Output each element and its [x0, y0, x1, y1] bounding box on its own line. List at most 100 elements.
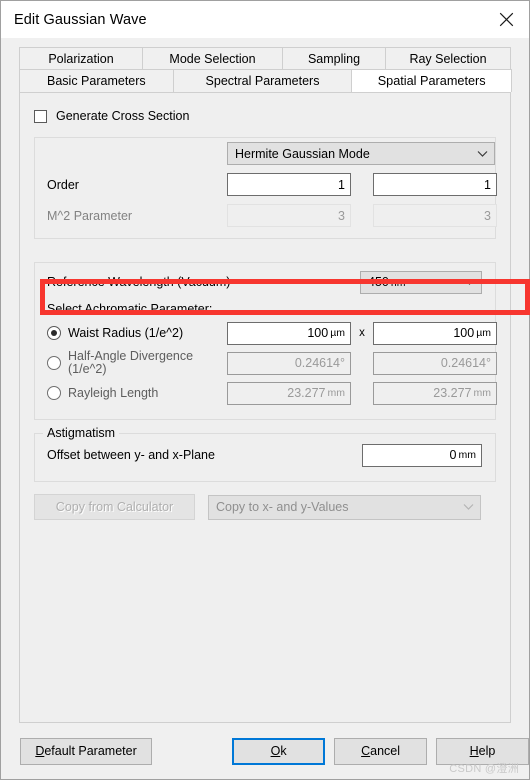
tab-spatial-parameters[interactable]: Spatial Parameters	[351, 69, 512, 92]
waist-radius-x-value: 100	[307, 326, 329, 340]
tab-label: Sampling	[307, 51, 361, 66]
generate-cross-section-row[interactable]: Generate Cross Section	[34, 109, 510, 123]
half-angle-divergence-x-value: 0.24614°	[294, 356, 345, 370]
half-angle-divergence-label-line1: Half-Angle Divergence	[68, 349, 194, 363]
axis-separator: x	[359, 327, 365, 339]
default-parameter-button[interactable]: Default Parameter	[20, 737, 153, 765]
tab-label: Spectral Parameters	[205, 74, 320, 88]
rayleigh-length-x-value: 23.277	[287, 386, 326, 400]
tab-mode-selection[interactable]: Mode Selection	[142, 47, 283, 69]
waist-radius-y-input[interactable]: 100 µm	[373, 321, 497, 345]
chevron-down-icon	[461, 278, 477, 286]
astigmatism-offset-label: Offset between y- and x-Plane	[47, 448, 215, 462]
m2-y-value: 3	[484, 208, 491, 223]
m2-x-input: 3	[227, 204, 351, 227]
rayleigh-length-y-input: 23.277 mm	[373, 381, 497, 405]
order-x-input[interactable]: 1	[227, 173, 351, 196]
rayleigh-length-label: Rayleigh Length	[68, 385, 159, 400]
astigmatism-offset-value: 0	[449, 448, 457, 462]
order-label: Order	[47, 177, 79, 192]
title-bar: Edit Gaussian Wave	[1, 1, 529, 38]
copy-to-values-value: Copy to x- and y-Values	[216, 500, 349, 514]
reference-wavelength-row: Reference Wavelength (Vacuum) 450 nm	[35, 267, 495, 297]
tab-spectral-parameters[interactable]: Spectral Parameters	[172, 69, 353, 92]
cancel-button[interactable]: Cancel	[334, 737, 428, 765]
ok-label: Ok	[270, 744, 287, 758]
tab-label: Ray Selection	[409, 51, 487, 66]
chevron-down-icon	[460, 503, 476, 511]
tab-label: Mode Selection	[169, 51, 256, 66]
generate-cross-section-label: Generate Cross Section	[56, 109, 190, 123]
half-angle-divergence-x-input: 0.24614°	[227, 351, 351, 375]
m2-x-value: 3	[338, 208, 345, 223]
cancel-label: Cancel	[361, 744, 401, 758]
tab-ray-selection[interactable]: Ray Selection	[385, 47, 511, 69]
waist-radius-radio[interactable]	[47, 326, 61, 340]
chevron-down-icon	[474, 150, 490, 158]
half-angle-divergence-row[interactable]: Half-Angle Divergence (1/e^2) 0.24614° 0…	[35, 348, 497, 378]
half-angle-divergence-label-line2: (1/e^2)	[68, 362, 107, 376]
tab-polarization[interactable]: Polarization	[19, 47, 143, 69]
half-angle-divergence-y-value: 0.24614°	[440, 356, 491, 370]
close-icon[interactable]	[484, 1, 529, 38]
mode-select[interactable]: Hermite Gaussian Mode	[227, 142, 495, 165]
reference-wavelength-value: 450	[368, 275, 389, 289]
m2-parameter-label: M^2 Parameter	[47, 208, 133, 223]
astigmatism-offset-unit: mm	[458, 449, 477, 461]
rayleigh-length-y-unit: mm	[473, 387, 492, 399]
spatial-parameters-page: Generate Cross Section Hermite Gaussian …	[19, 92, 530, 723]
copy-from-calculator-button: Copy from Calculator	[34, 494, 195, 520]
copy-to-values-select: Copy to x- and y-Values	[208, 494, 481, 520]
select-achromatic-heading: Select Achromatic Parameter:	[47, 302, 213, 316]
reference-panel: Reference Wavelength (Vacuum) 450 nm Sele…	[34, 262, 497, 420]
order-x-value: 1	[338, 177, 345, 192]
astigmatism-offset-input[interactable]: 0 mm	[362, 443, 482, 467]
reference-wavelength-unit: nm	[390, 277, 406, 289]
reference-wavelength-select[interactable]: 450 nm	[360, 270, 482, 294]
tab-label: Polarization	[48, 51, 114, 66]
help-label: Help	[469, 744, 496, 758]
rayleigh-length-row[interactable]: Rayleigh Length 23.277 mm 23.277 mm	[35, 378, 497, 408]
tab-label: Basic Parameters	[47, 74, 146, 88]
rayleigh-length-radio[interactable]	[47, 386, 61, 400]
waist-radius-y-unit: µm	[476, 327, 491, 339]
tab-row-1: Polarization Mode Selection Sampling Ray…	[19, 47, 511, 69]
waist-radius-label: Waist Radius (1/e^2)	[68, 325, 184, 340]
m2-y-input: 3	[373, 204, 497, 227]
ok-button[interactable]: Ok	[232, 737, 326, 765]
rayleigh-length-x-unit: mm	[327, 387, 346, 399]
mode-panel: Hermite Gaussian Mode Order 1 1 M^2 Para…	[34, 137, 497, 239]
order-y-value: 1	[484, 177, 491, 192]
mode-combo-row: Hermite Gaussian Mode	[35, 138, 495, 169]
page-title: Edit Gaussian Wave	[14, 11, 147, 28]
m2-parameter-row: M^2 Parameter 3 3	[35, 200, 497, 231]
waist-radius-x-unit: µm	[330, 327, 345, 339]
half-angle-divergence-label: Half-Angle Divergence (1/e^2)	[68, 350, 227, 376]
half-angle-divergence-y-input: 0.24614°	[373, 351, 497, 375]
astigmatism-legend: Astigmatism	[43, 426, 120, 440]
mode-select-value: Hermite Gaussian Mode	[235, 146, 370, 161]
tab-sampling[interactable]: Sampling	[282, 47, 386, 69]
generate-cross-section-checkbox[interactable]	[34, 109, 47, 123]
tab-strip: Polarization Mode Selection Sampling Ray…	[1, 38, 529, 92]
dialog-button-bar: Default Parameter Ok Cancel Help CSDN @澄…	[1, 723, 529, 779]
tab-row-2: Basic Parameters Spectral Parameters Spa…	[19, 69, 512, 92]
waist-radius-row[interactable]: Waist Radius (1/e^2) 100 µm x 100 µm	[35, 318, 497, 348]
watermark: CSDN @澄洲	[449, 763, 519, 775]
default-parameter-label: Default Parameter	[35, 744, 137, 758]
astigmatism-group: Astigmatism Offset between y- and x-Plan…	[34, 426, 496, 482]
order-row: Order 1 1	[35, 169, 497, 200]
tab-basic-parameters[interactable]: Basic Parameters	[19, 69, 174, 92]
waist-radius-x-input[interactable]: 100 µm	[227, 321, 351, 345]
copy-controls-row: Copy from Calculator Copy to x- and y-Va…	[34, 494, 496, 520]
dialog-window: Edit Gaussian Wave Polarization Mode Sel…	[0, 0, 530, 780]
rayleigh-length-y-value: 23.277	[433, 386, 472, 400]
reference-wavelength-value-wrap: 450 nm	[368, 275, 461, 289]
copy-from-calculator-label: Copy from Calculator	[55, 500, 174, 514]
half-angle-divergence-radio[interactable]	[47, 356, 61, 370]
waist-radius-y-value: 100	[453, 326, 475, 340]
rayleigh-length-x-input: 23.277 mm	[227, 381, 351, 405]
reference-wavelength-label: Reference Wavelength (Vacuum)	[47, 275, 231, 289]
tab-label: Spatial Parameters	[377, 74, 486, 88]
order-y-input[interactable]: 1	[373, 173, 497, 196]
